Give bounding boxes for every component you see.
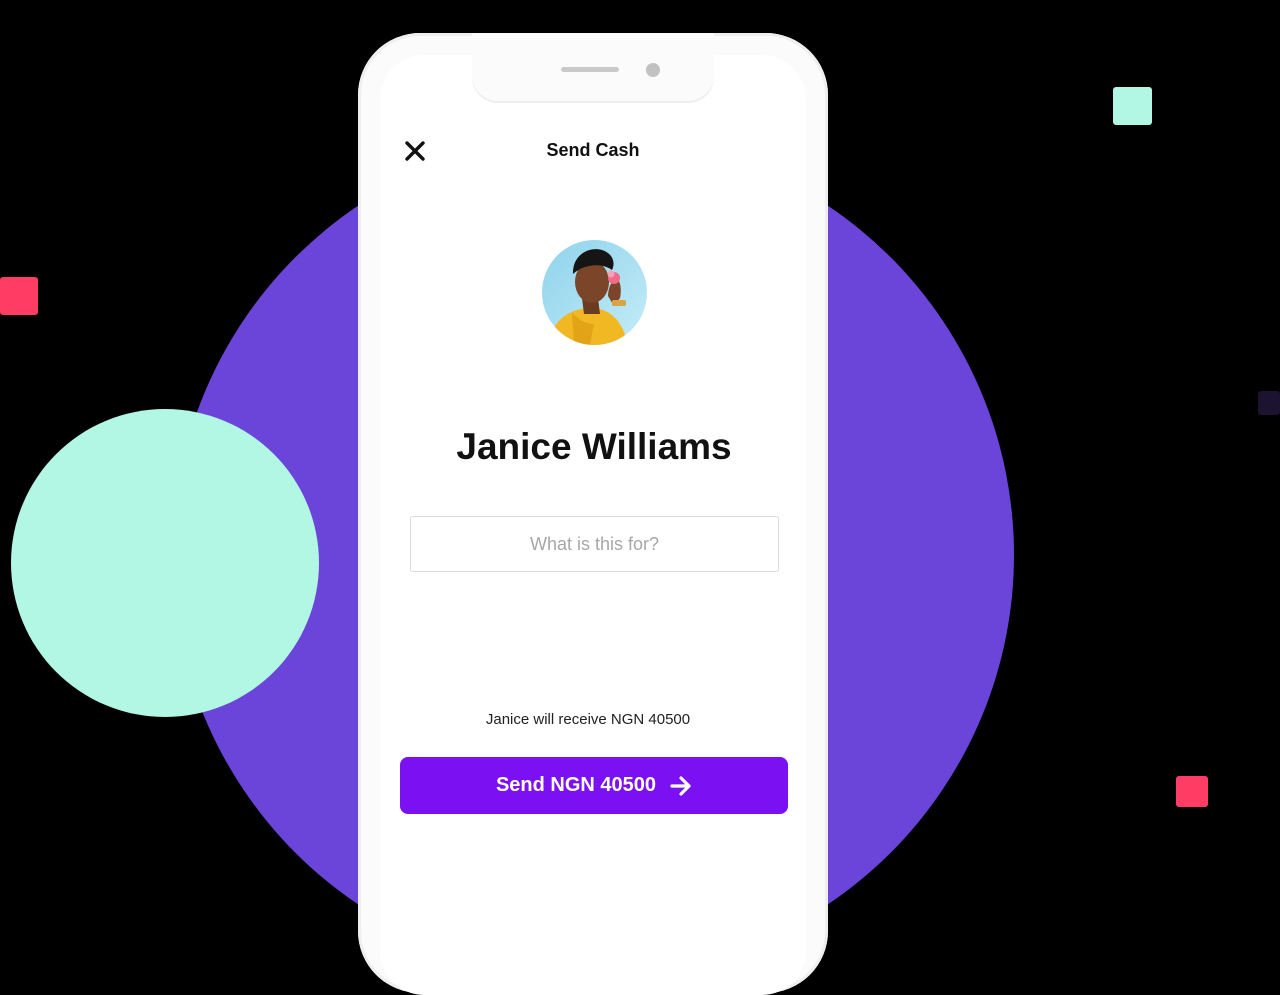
recipient-avatar — [542, 240, 647, 345]
receive-amount-text: Janice will receive NGN 40500 — [485, 711, 691, 728]
screen-title: Send Cash — [546, 140, 640, 160]
close-icon — [405, 141, 425, 161]
recipient-name: Janice Williams — [456, 426, 732, 467]
phone-speaker — [561, 67, 619, 72]
note-input[interactable] — [410, 516, 779, 572]
decorative-red-square-left — [0, 277, 38, 315]
close-button[interactable] — [402, 138, 428, 164]
background-mint-circle — [11, 409, 319, 717]
phone-camera — [646, 63, 660, 77]
decorative-dark-square — [1258, 391, 1280, 415]
send-cash-button[interactable]: Send NGN 40500 — [400, 757, 788, 814]
decorative-mint-square — [1113, 87, 1152, 125]
decorative-red-square-right — [1176, 776, 1208, 807]
send-button-label: Send NGN 40500 — [495, 774, 657, 796]
arrow-right-icon — [670, 775, 692, 796]
